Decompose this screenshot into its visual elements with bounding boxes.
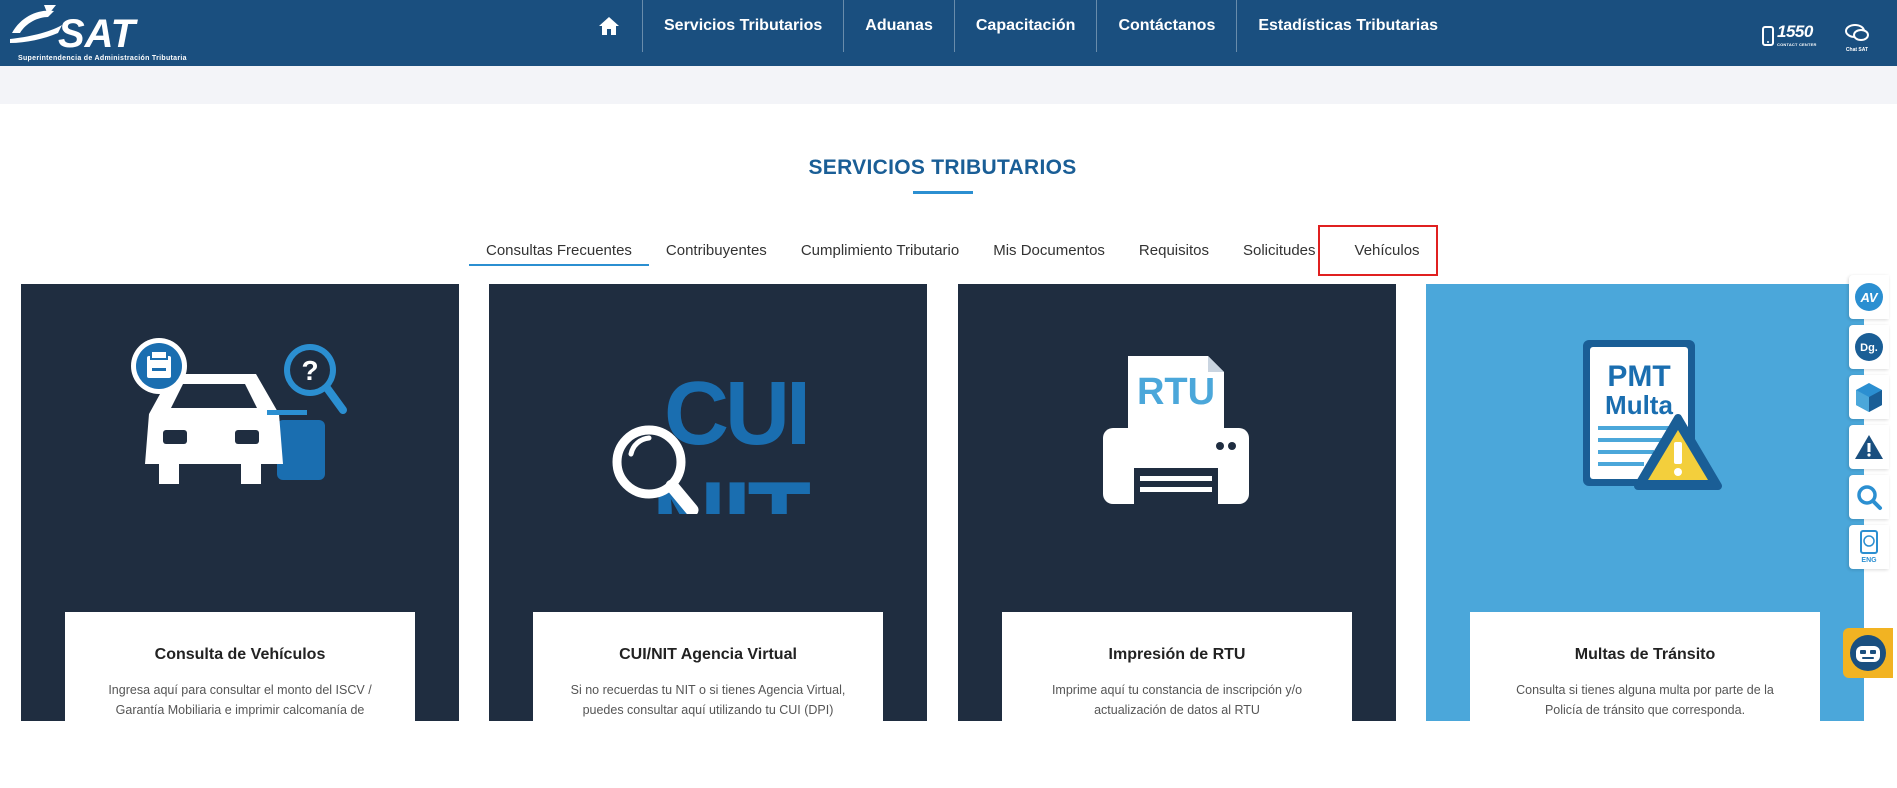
contact-label: CONTACT CENTER <box>1777 42 1817 47</box>
side-english[interactable]: ENG <box>1849 525 1889 569</box>
phone-icon <box>1762 25 1774 46</box>
card-body: Impresión de RTU Imprime aquí tu constan… <box>1002 612 1352 721</box>
tab-consultas-frecuentes[interactable]: Consultas Frecuentes <box>469 232 649 266</box>
card-body: CUI/NIT Agencia Virtual Si no recuerdas … <box>533 612 883 721</box>
chat-sat-link[interactable]: Chat SAT <box>1842 24 1872 53</box>
side-alert[interactable] <box>1849 425 1889 469</box>
warning-icon <box>1855 435 1883 459</box>
card-title: Multas de Tránsito <box>1574 646 1716 663</box>
svg-text:Dg.: Dg. <box>1860 342 1878 354</box>
svg-text:?: ? <box>301 355 318 386</box>
card-description: Ingresa aquí para consultar el monto del… <box>108 683 372 717</box>
tab-contribuyentes[interactable]: Contribuyentes <box>649 232 784 266</box>
svg-text:RTU: RTU <box>1137 371 1215 413</box>
card-description: Imprime aquí tu constancia de inscripció… <box>1051 683 1303 717</box>
svg-text:PMT: PMT <box>1607 360 1670 393</box>
svg-text:ENG: ENG <box>1861 557 1877 564</box>
cui-nit-search-icon: CUI NIT <box>489 334 927 577</box>
svg-text:AV: AV <box>1859 290 1878 305</box>
sat-logo[interactable]: SAT Superintendencia de Administración T… <box>8 3 188 63</box>
car-print-search-icon: ? <box>21 334 459 514</box>
sat-logo-mark: SAT <box>10 5 139 56</box>
nav-contactanos[interactable]: Contáctanos <box>1097 0 1238 52</box>
contact-center-link[interactable]: 1550 CONTACT CENTER <box>1762 22 1817 47</box>
card-consulta-vehiculos[interactable]: ? Consulta de Vehículos Ingresa aquí par… <box>21 284 459 721</box>
side-declaraguate[interactable]: Dg. <box>1849 325 1889 369</box>
card-impresion-rtu[interactable]: RTU Impresión de RTU Imprime aquí tu con… <box>958 284 1396 721</box>
card-cui-nit[interactable]: CUI NIT CUI/NIT Agencia Virtual Si no re… <box>489 284 927 721</box>
pmt-multa-icon: PMT Multa <box>1426 334 1864 514</box>
printer-rtu-icon: RTU <box>958 334 1396 514</box>
nav-servicios-tributarios[interactable]: Servicios Tributarios <box>643 0 845 52</box>
agencia-virtual-icon: AV <box>1855 283 1883 311</box>
side-toolbar: AV Dg. ENG <box>1849 275 1889 575</box>
nav-home[interactable] <box>590 0 643 52</box>
tab-requisitos[interactable]: Requisitos <box>1122 232 1226 266</box>
card-body: Consulta de Vehículos Ingresa aquí para … <box>65 612 415 721</box>
top-header: SAT Superintendencia de Administración T… <box>0 0 1897 66</box>
nav-capacitacion[interactable]: Capacitación <box>955 0 1098 52</box>
english-icon: ENG <box>1860 530 1878 564</box>
tab-mis-documentos[interactable]: Mis Documentos <box>976 232 1122 266</box>
contact-number: 1550 <box>1777 22 1813 41</box>
search-icon <box>1857 485 1882 510</box>
card-title: CUI/NIT Agencia Virtual <box>619 646 797 663</box>
category-tabs: Consultas Frecuentes Contribuyentes Cump… <box>469 232 1456 268</box>
section-title: SERVICIOS TRIBUTARIOS <box>808 156 1077 179</box>
grey-strip <box>0 66 1897 104</box>
card-multas-transito[interactable]: PMT Multa Multas de Tránsito Consulta si… <box>1426 284 1864 721</box>
card-body: Multas de Tránsito Consulta si tienes al… <box>1470 612 1820 721</box>
chat-label: Chat SAT <box>1845 47 1869 53</box>
home-icon <box>599 17 619 35</box>
chat-bot-button[interactable] <box>1843 628 1893 678</box>
chat-bubbles-icon <box>1845 24 1869 41</box>
svg-text:SAT: SAT <box>58 12 139 55</box>
nav-aduanas[interactable]: Aduanas <box>844 0 955 52</box>
svg-text:CUI: CUI <box>664 364 807 464</box>
nav-estadisticas-tributarias[interactable]: Estadísticas Tributarias <box>1237 0 1459 52</box>
svg-text:Multa: Multa <box>1605 390 1673 420</box>
tab-cumplimiento-tributario[interactable]: Cumplimiento Tributario <box>784 232 976 266</box>
side-agencia-virtual[interactable]: AV <box>1849 275 1889 319</box>
side-search[interactable] <box>1849 475 1889 519</box>
declaraguate-icon: Dg. <box>1855 333 1883 361</box>
logo-subtitle: Superintendencia de Administración Tribu… <box>18 55 187 62</box>
main-nav: Servicios Tributarios Aduanas Capacitaci… <box>590 0 1459 52</box>
side-box[interactable] <box>1849 375 1889 419</box>
page-bottom <box>0 721 1897 788</box>
chatbot-avatar-icon <box>1850 635 1886 671</box>
card-title: Consulta de Vehículos <box>154 646 326 663</box>
highlight-box <box>1318 225 1438 276</box>
card-title: Impresión de RTU <box>1108 646 1246 663</box>
card-description: Consulta si tienes alguna multa por part… <box>1516 683 1774 717</box>
box-icon <box>1856 383 1882 412</box>
section-title-underline <box>913 191 973 194</box>
card-description: Si no recuerdas tu NIT o si tienes Agenc… <box>570 683 846 717</box>
tab-solicitudes[interactable]: Solicitudes <box>1226 232 1333 266</box>
